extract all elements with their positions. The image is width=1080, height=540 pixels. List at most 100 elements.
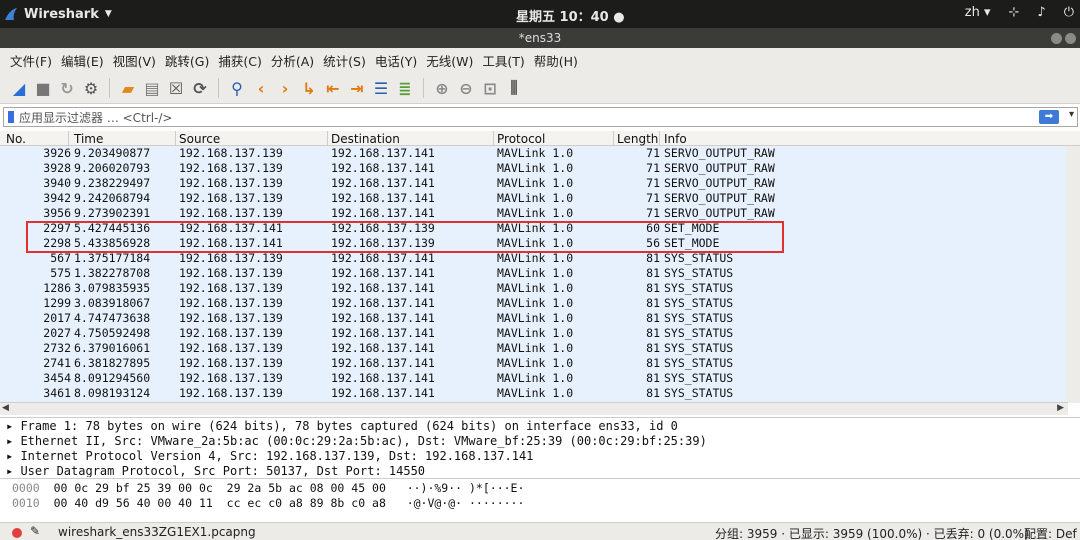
open-file-icon[interactable]: ▰ bbox=[118, 78, 138, 98]
table-cell: 9.242068794 bbox=[74, 191, 151, 205]
first-packet-icon[interactable]: ⇤ bbox=[323, 78, 343, 98]
table-row[interactable]: 3940 9.238229497 192.168.137.139 192.168.13… bbox=[0, 176, 1066, 191]
table-row[interactable]: 2017 4.747473638 192.168.137.139 192.168.13… bbox=[0, 311, 1066, 326]
table-cell: SERVO_OUTPUT_RAW bbox=[664, 146, 775, 160]
volume-icon[interactable]: ♪ bbox=[1037, 5, 1045, 20]
detail-udp[interactable]: ▸ User Datagram Protocol, Src Port: 5013… bbox=[6, 464, 425, 477]
table-row[interactable]: 2027 4.750592498 192.168.137.139 192.168.13… bbox=[0, 326, 1066, 341]
column-destination[interactable]: Destination bbox=[331, 132, 400, 146]
table-cell: 192.168.137.139 bbox=[179, 341, 283, 355]
bytes-row[interactable]: 0000 00 0c 29 bf 25 39 00 0c 29 2a 5b ac… bbox=[12, 481, 524, 496]
app-name: Wireshark bbox=[24, 6, 99, 22]
clock[interactable]: 星期五 10：40 ● bbox=[516, 6, 625, 25]
column-info[interactable]: Info bbox=[664, 132, 687, 146]
table-cell: SYS_STATUS bbox=[664, 311, 734, 325]
power-icon[interactable]: ⏻ bbox=[1064, 5, 1074, 20]
table-row[interactable]: 3461 8.098193124 192.168.137.139 192.168.13… bbox=[0, 386, 1066, 401]
edit-comment-icon[interactable]: ✎ bbox=[30, 524, 40, 538]
table-row[interactable]: 567 1.375177184 192.168.137.139 192.168.137… bbox=[0, 251, 1066, 266]
reload-file-icon[interactable]: ⟳ bbox=[190, 78, 210, 98]
vertical-scrollbar[interactable] bbox=[1066, 146, 1080, 403]
table-row[interactable]: 575 1.382278708 192.168.137.139 192.168.137… bbox=[0, 266, 1066, 281]
column-no[interactable]: No. bbox=[6, 132, 26, 146]
autoscroll-icon[interactable]: ☰ bbox=[371, 78, 391, 98]
zoom-in-icon[interactable]: ⊕ bbox=[432, 78, 452, 98]
column-protocol[interactable]: Protocol bbox=[497, 132, 545, 146]
last-packet-icon[interactable]: ⇥ bbox=[347, 78, 367, 98]
network-icon[interactable]: ⊹ bbox=[1009, 5, 1020, 20]
app-menu[interactable]: Wireshark ▼ bbox=[4, 4, 112, 24]
detail-ethernet[interactable]: ▸ Ethernet II, Src: VMware_2a:5b:ac (00:… bbox=[6, 434, 707, 449]
table-row[interactable]: 3942 9.242068794 192.168.137.139 192.168.13… bbox=[0, 191, 1066, 206]
menu-view[interactable]: 视图(V) bbox=[113, 51, 156, 70]
table-cell: 4.750592498 bbox=[74, 326, 151, 340]
language-indicator[interactable]: zh ▾ bbox=[965, 5, 991, 20]
colorize-icon[interactable]: ≣ bbox=[395, 78, 415, 98]
packet-details: ▸ Frame 1: 78 bytes on wire (624 bits), … bbox=[0, 417, 1080, 477]
table-cell: MAVLink 1.0 bbox=[497, 251, 574, 265]
horizontal-scrollbar[interactable]: ◀ ▶ bbox=[0, 402, 1068, 415]
table-cell: 567 bbox=[50, 251, 71, 265]
capture-options-icon[interactable]: ⚙ bbox=[81, 78, 101, 98]
profile-label[interactable]: 配置: Def bbox=[1024, 525, 1077, 540]
detail-frame[interactable]: ▸ Frame 1: 78 bytes on wire (624 bits), … bbox=[6, 419, 678, 434]
table-cell: 192.168.137.141 bbox=[331, 311, 435, 325]
stop-capture-icon[interactable]: ■ bbox=[33, 78, 53, 98]
menu-tools[interactable]: 工具(T) bbox=[482, 51, 524, 70]
table-row[interactable]: 1286 3.079835935 192.168.137.139 192.168.13… bbox=[0, 281, 1066, 296]
table-cell: MAVLink 1.0 bbox=[497, 191, 574, 205]
table-cell: 192.168.137.139 bbox=[179, 161, 283, 175]
table-row[interactable]: 2741 6.381827895 192.168.137.139 192.168.13… bbox=[0, 356, 1066, 371]
table-row[interactable]: 3956 9.273902391 192.168.137.139 192.168.13… bbox=[0, 206, 1066, 221]
table-row[interactable]: 3928 9.206020793 192.168.137.139 192.168.13… bbox=[0, 161, 1066, 176]
scroll-left-icon[interactable]: ◀ bbox=[2, 403, 9, 413]
menu-telephony[interactable]: 电话(Y) bbox=[375, 51, 417, 70]
table-cell: 192.168.137.141 bbox=[331, 341, 435, 355]
menu-edit[interactable]: 编辑(E) bbox=[61, 51, 104, 70]
go-back-icon[interactable]: ‹ bbox=[251, 78, 271, 98]
maximize-button[interactable] bbox=[1065, 33, 1076, 44]
table-row[interactable]: 2297 5.427445136 192.168.137.141 192.168.13… bbox=[0, 221, 1066, 236]
menu-capture[interactable]: 捕获(C) bbox=[218, 51, 261, 70]
table-row[interactable]: 2732 6.379016061 192.168.137.139 192.168.13… bbox=[0, 341, 1066, 356]
menu-wireless[interactable]: 无线(W) bbox=[426, 51, 473, 70]
go-to-packet-icon[interactable]: ↳ bbox=[299, 78, 319, 98]
table-cell: MAVLink 1.0 bbox=[497, 236, 574, 250]
capture-status-icon[interactable] bbox=[12, 528, 22, 538]
menu-go[interactable]: 跳转(G) bbox=[165, 51, 209, 70]
find-packet-icon[interactable]: ⚲ bbox=[227, 78, 247, 98]
menu-help[interactable]: 帮助(H) bbox=[534, 51, 578, 70]
table-cell: 192.168.137.139 bbox=[179, 146, 283, 160]
table-row[interactable]: 2298 5.433856928 192.168.137.141 192.168.13… bbox=[0, 236, 1066, 251]
bytes-row[interactable]: 0010 00 40 d9 56 40 00 40 11 cc ec c0 a8… bbox=[12, 496, 524, 511]
filter-dropdown-icon[interactable]: ▾ bbox=[1069, 109, 1074, 120]
detail-ip[interactable]: ▸ Internet Protocol Version 4, Src: 192.… bbox=[6, 449, 533, 464]
menu-analyze[interactable]: 分析(A) bbox=[271, 51, 314, 70]
start-capture-icon[interactable]: ◢ bbox=[9, 78, 29, 98]
minimize-button[interactable] bbox=[1051, 33, 1062, 44]
table-cell: 9.273902391 bbox=[74, 206, 151, 220]
close-file-icon[interactable]: ☒ bbox=[166, 78, 186, 98]
go-forward-icon[interactable]: › bbox=[275, 78, 295, 98]
resize-columns-icon[interactable]: ⫼ bbox=[504, 78, 524, 98]
zoom-out-icon[interactable]: ⊖ bbox=[456, 78, 476, 98]
table-row[interactable]: 3926 9.203490877 192.168.137.139 192.168.13… bbox=[0, 146, 1066, 161]
normal-size-icon[interactable]: ⊡ bbox=[480, 78, 500, 98]
restart-capture-icon[interactable]: ↻ bbox=[57, 78, 77, 98]
column-length[interactable]: Length bbox=[617, 132, 658, 146]
scroll-right-icon[interactable]: ▶ bbox=[1057, 403, 1064, 413]
display-filter-bar[interactable]: 应用显示过滤器 … <Ctrl-/> ➡ ▾ bbox=[3, 107, 1078, 127]
column-source[interactable]: Source bbox=[179, 132, 220, 146]
table-cell: 81 bbox=[646, 266, 660, 280]
table-cell: SYS_STATUS bbox=[664, 281, 734, 295]
save-file-icon[interactable]: ▤ bbox=[142, 78, 162, 98]
bookmark-icon[interactable] bbox=[8, 111, 14, 123]
menu-statistics[interactable]: 统计(S) bbox=[323, 51, 366, 70]
column-time[interactable]: Time bbox=[74, 132, 103, 146]
packet-stats: 分组: 3959 · 已显示: 3959 (100.0%) · 已丢弃: 0 (… bbox=[715, 527, 1029, 540]
apply-filter-arrow-icon[interactable]: ➡ bbox=[1039, 110, 1059, 124]
table-row[interactable]: 1299 3.083918067 192.168.137.139 192.168.13… bbox=[0, 296, 1066, 311]
table-row[interactable]: 3454 8.091294560 192.168.137.139 192.168.13… bbox=[0, 371, 1066, 386]
table-cell: SERVO_OUTPUT_RAW bbox=[664, 176, 775, 190]
menu-file[interactable]: 文件(F) bbox=[10, 51, 52, 70]
